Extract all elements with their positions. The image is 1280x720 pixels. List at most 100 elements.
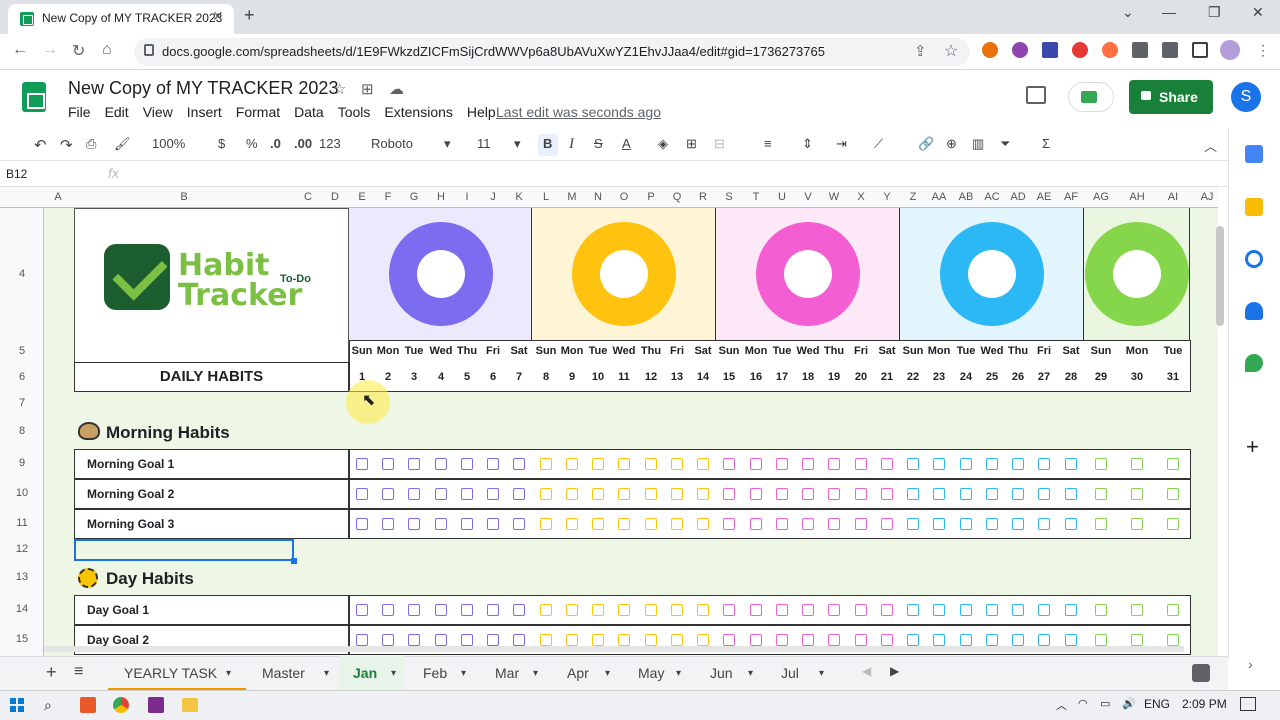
column-header[interactable]: F: [374, 191, 402, 203]
chrome-menu-icon[interactable]: ⋮: [1256, 42, 1270, 59]
extension-icon[interactable]: [1132, 42, 1148, 58]
column-header[interactable]: J: [479, 191, 507, 203]
habit-checkbox[interactable]: [1038, 518, 1050, 530]
habit-checkbox[interactable]: [776, 488, 788, 500]
habit-checkbox[interactable]: [435, 488, 447, 500]
row-header[interactable]: 14: [0, 603, 44, 615]
habit-checkbox[interactable]: [907, 488, 919, 500]
clock[interactable]: 2:09 PM: [1182, 697, 1227, 711]
strikethrough-icon[interactable]: S: [594, 136, 603, 151]
keep-icon[interactable]: [1245, 198, 1263, 216]
column-header[interactable]: G: [400, 191, 428, 203]
habit-checkbox[interactable]: [1131, 488, 1143, 500]
more-formats-button[interactable]: 123: [319, 136, 341, 151]
habit-checkbox[interactable]: [566, 488, 578, 500]
habit-checkbox[interactable]: [1038, 604, 1050, 616]
document-title[interactable]: New Copy of MY TRACKER 2023: [68, 78, 338, 99]
habit-checkbox[interactable]: [802, 604, 814, 616]
column-header[interactable]: AB: [952, 191, 980, 203]
habit-checkbox[interactable]: [435, 458, 447, 470]
column-header[interactable]: K: [505, 191, 533, 203]
habit-checkbox[interactable]: [487, 604, 499, 616]
increase-decimal-button[interactable]: .00: [294, 136, 312, 151]
sheet-tab-mar[interactable]: Mar: [495, 665, 519, 681]
collapse-toolbar-icon[interactable]: ︿: [1204, 136, 1217, 155]
habit-checkbox[interactable]: [1065, 488, 1077, 500]
font-select[interactable]: Roboto: [371, 136, 413, 151]
habit-checkbox[interactable]: [723, 488, 735, 500]
column-header[interactable]: AJ: [1193, 191, 1221, 203]
text-wrap-icon[interactable]: ⇥: [836, 136, 847, 152]
habit-checkbox[interactable]: [1065, 604, 1077, 616]
side-panel-icon[interactable]: [1192, 42, 1208, 58]
habit-checkbox[interactable]: [356, 634, 368, 646]
habit-checkbox[interactable]: [513, 634, 525, 646]
chevron-down-icon[interactable]: ▾: [514, 136, 521, 152]
habit-checkbox[interactable]: [461, 488, 473, 500]
habit-checkbox[interactable]: [1131, 604, 1143, 616]
vertical-scrollbar[interactable]: [1216, 226, 1224, 326]
row-header[interactable]: 11: [0, 517, 44, 529]
column-header[interactable]: C: [294, 191, 322, 203]
habit-checkbox[interactable]: [1038, 488, 1050, 500]
habit-checkbox[interactable]: [540, 604, 552, 616]
habit-checkbox[interactable]: [1065, 518, 1077, 530]
tray-chevron-icon[interactable]: ︿: [1056, 697, 1067, 713]
habit-checkbox[interactable]: [513, 518, 525, 530]
column-header[interactable]: R: [689, 191, 717, 203]
habit-checkbox[interactable]: [487, 458, 499, 470]
account-avatar[interactable]: S: [1231, 82, 1261, 112]
habit-checkbox[interactable]: [907, 518, 919, 530]
bookmark-star-icon[interactable]: ☆: [944, 41, 958, 61]
windows-start-icon[interactable]: [10, 698, 24, 712]
text-color-icon[interactable]: A: [622, 136, 631, 151]
habit-checkbox[interactable]: [1065, 634, 1077, 646]
add-sheet-icon[interactable]: +: [46, 662, 57, 683]
row-header[interactable]: 15: [0, 633, 44, 645]
sheet-tab-jul[interactable]: Jul: [781, 665, 799, 681]
habit-checkbox[interactable]: [881, 488, 893, 500]
habit-checkbox[interactable]: [408, 488, 420, 500]
habit-checkbox[interactable]: [881, 518, 893, 530]
habit-checkbox[interactable]: [671, 458, 683, 470]
sheet-tab-may[interactable]: May: [638, 665, 664, 681]
habit-checkbox[interactable]: [1012, 488, 1024, 500]
habit-checkbox[interactable]: [986, 634, 998, 646]
align-icon[interactable]: ≡: [764, 136, 772, 151]
habit-checkbox[interactable]: [855, 634, 867, 646]
habit-checkbox[interactable]: [960, 458, 972, 470]
column-header[interactable]: E: [348, 191, 376, 203]
habit-checkbox[interactable]: [435, 518, 447, 530]
borders-icon[interactable]: ⊞: [686, 136, 697, 152]
habit-checkbox[interactable]: [828, 634, 840, 646]
scroll-tabs-right-icon[interactable]: ▶: [890, 664, 899, 678]
move-folder-icon[interactable]: ⊞: [361, 80, 374, 98]
calendar-icon[interactable]: [1245, 145, 1263, 163]
cloud-status-icon[interactable]: ☁: [389, 80, 404, 98]
tab-search-icon[interactable]: ⌄: [1122, 4, 1134, 21]
habit-checkbox[interactable]: [461, 634, 473, 646]
habit-checkbox[interactable]: [933, 488, 945, 500]
paint-format-icon[interactable]: 🖌: [114, 136, 131, 152]
habit-checkbox[interactable]: [1095, 634, 1107, 646]
row-header[interactable]: 4: [0, 268, 44, 280]
habit-checkbox[interactable]: [382, 518, 394, 530]
menu-view[interactable]: View: [143, 104, 173, 120]
insert-link-icon[interactable]: 🔗: [918, 136, 934, 152]
habit-checkbox[interactable]: [723, 634, 735, 646]
new-tab-icon[interactable]: +: [244, 5, 255, 26]
column-header[interactable]: S: [715, 191, 743, 203]
habit-checkbox[interactable]: [776, 458, 788, 470]
horizontal-scrollbar[interactable]: [44, 646, 1184, 652]
habit-checkbox[interactable]: [1167, 488, 1179, 500]
vertical-align-icon[interactable]: ⇕: [802, 136, 813, 152]
habit-checkbox[interactable]: [986, 518, 998, 530]
habit-checkbox[interactable]: [513, 604, 525, 616]
back-icon[interactable]: ←: [12, 41, 28, 59]
menu-format[interactable]: Format: [236, 104, 280, 120]
habit-checkbox[interactable]: [697, 518, 709, 530]
habit-checkbox[interactable]: [435, 634, 447, 646]
chevron-down-icon[interactable]: ▾: [533, 668, 538, 679]
habit-checkbox[interactable]: [960, 604, 972, 616]
close-window-icon[interactable]: ✕: [1252, 4, 1264, 21]
